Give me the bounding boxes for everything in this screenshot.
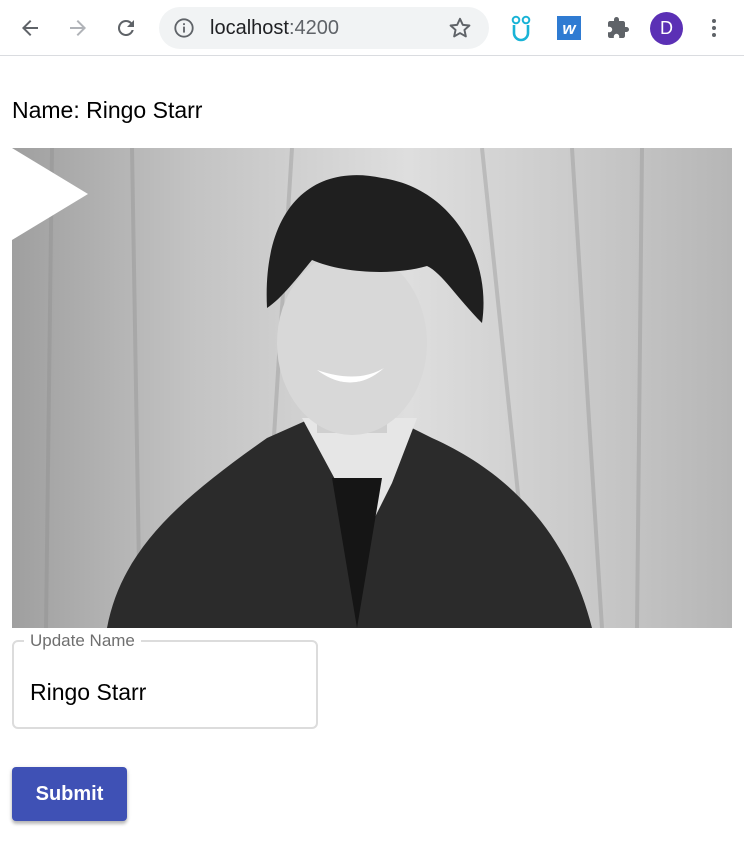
reload-button[interactable]	[106, 8, 146, 48]
profile-avatar[interactable]: D	[650, 12, 683, 45]
update-name-label: Update Name	[24, 632, 141, 650]
forward-button[interactable]	[58, 8, 98, 48]
reload-icon	[117, 19, 134, 36]
svg-text:w: w	[562, 19, 577, 38]
arrow-right-icon	[70, 20, 86, 36]
name-display: Name: Ringo Starr	[12, 97, 203, 123]
back-button[interactable]	[10, 8, 50, 48]
video-player[interactable]	[12, 148, 732, 628]
arrow-left-icon	[22, 20, 38, 36]
name-input[interactable]	[30, 676, 300, 708]
video-thumbnail	[12, 148, 732, 628]
browser-toolbar: localhost:4200 w D	[0, 0, 744, 56]
url-host: localhost	[210, 17, 289, 39]
submit-button[interactable]: Submit	[12, 767, 127, 821]
update-name-field[interactable]: Update Name	[12, 632, 318, 729]
play-icon[interactable]	[12, 148, 88, 240]
url-text[interactable]: localhost:4200	[210, 17, 339, 39]
bookmark-star-icon[interactable]	[447, 15, 473, 46]
address-bar[interactable]: localhost:4200	[159, 7, 489, 49]
puzzle-piece-icon[interactable]	[602, 12, 634, 44]
owl-extension-icon[interactable]	[505, 12, 537, 44]
more-vert-icon[interactable]	[698, 12, 730, 44]
url-port: :4200	[288, 17, 339, 39]
info-icon[interactable]	[173, 17, 195, 44]
w-extension-icon[interactable]: w	[553, 12, 585, 44]
